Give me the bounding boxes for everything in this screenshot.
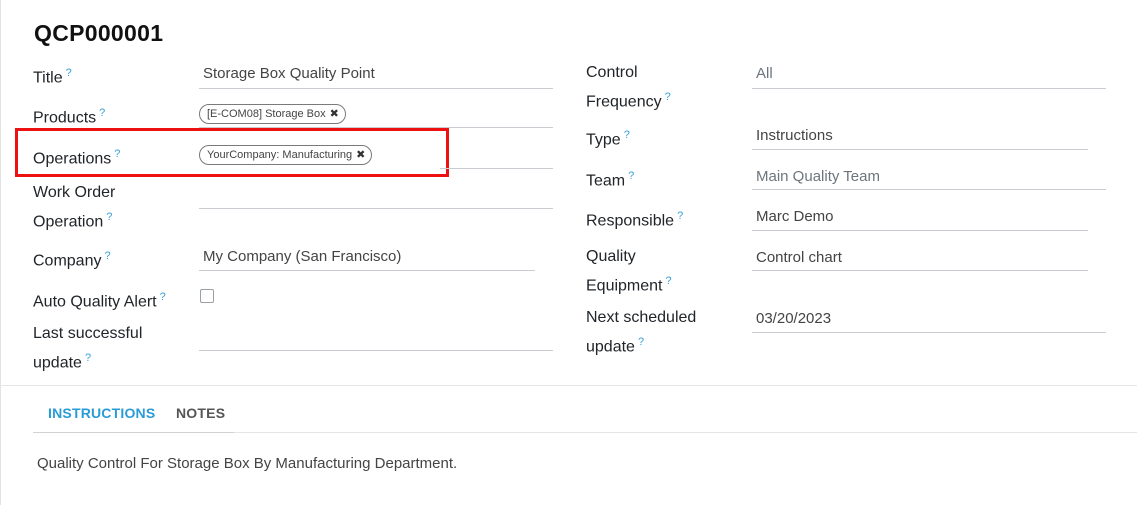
page-title: QCP000001 xyxy=(34,20,164,46)
quality-equipment-underline xyxy=(752,270,1088,271)
next-scheduled-update-underline xyxy=(752,332,1106,333)
quality-equipment-label: Quality Equipment? xyxy=(586,248,672,295)
responsible-field-underline xyxy=(752,230,1088,231)
help-icon[interactable]: ? xyxy=(624,129,630,141)
company-field-label: Company? xyxy=(33,250,111,270)
help-icon[interactable]: ? xyxy=(666,275,672,287)
product-tag-label: [E-COM08] Storage Box xyxy=(207,108,326,120)
auto-quality-alert-checkbox[interactable] xyxy=(200,289,214,303)
responsible-field-value[interactable]: Marc Demo xyxy=(756,207,834,227)
next-scheduled-update-label: Next scheduled update? xyxy=(586,309,697,356)
instructions-text[interactable]: Quality Control For Storage Box By Manuf… xyxy=(37,455,457,472)
section-divider xyxy=(0,385,1137,386)
last-successful-update-label: Last successful update? xyxy=(33,325,143,372)
help-icon[interactable]: ? xyxy=(160,291,166,303)
help-icon[interactable]: ? xyxy=(85,352,91,364)
tab-instructions[interactable]: INSTRUCTIONS xyxy=(48,405,155,421)
operations-field-underline xyxy=(440,168,553,169)
next-scheduled-update-value[interactable]: 03/20/2023 xyxy=(756,309,831,329)
auto-quality-alert-label: Auto Quality Alert? xyxy=(33,291,166,311)
products-field[interactable]: [E-COM08] Storage Box ✖ xyxy=(199,104,346,124)
type-field-value[interactable]: Instructions xyxy=(756,126,833,146)
work-order-operation-input[interactable] xyxy=(199,208,553,209)
help-icon[interactable]: ? xyxy=(114,148,120,160)
help-icon[interactable]: ? xyxy=(677,210,683,222)
company-field-value[interactable]: My Company (San Francisco) xyxy=(203,247,401,267)
team-field-label: Team? xyxy=(586,170,635,190)
help-icon[interactable]: ? xyxy=(66,67,72,79)
operation-tag[interactable]: YourCompany: Manufacturing ✖ xyxy=(199,145,373,165)
product-tag[interactable]: [E-COM08] Storage Box ✖ xyxy=(199,104,346,124)
tab-content-border xyxy=(234,432,1137,433)
control-frequency-label: Control Frequency? xyxy=(586,64,671,111)
work-order-operation-label: Work Order Operation? xyxy=(33,184,116,231)
remove-tag-icon[interactable]: ✖ xyxy=(356,149,365,161)
tab-notes[interactable]: NOTES xyxy=(176,405,225,421)
control-frequency-value[interactable]: All xyxy=(756,64,773,84)
help-icon[interactable]: ? xyxy=(638,336,644,348)
company-field-underline xyxy=(199,270,535,271)
team-field-underline xyxy=(752,189,1106,190)
operation-tag-label: YourCompany: Manufacturing xyxy=(207,149,353,161)
remove-tag-icon[interactable]: ✖ xyxy=(330,108,339,120)
help-icon[interactable]: ? xyxy=(628,170,634,182)
title-field-label: Title? xyxy=(33,67,72,87)
products-field-label: Products? xyxy=(33,107,106,127)
operations-field-label: Operations? xyxy=(33,148,121,168)
left-border xyxy=(0,0,1,505)
responsible-field-label: Responsible? xyxy=(586,210,684,230)
help-icon[interactable]: ? xyxy=(99,107,105,119)
title-field-underline xyxy=(199,88,553,89)
title-field-value[interactable]: Storage Box Quality Point xyxy=(203,64,375,84)
team-field-value[interactable]: Main Quality Team xyxy=(756,167,880,187)
help-icon[interactable]: ? xyxy=(106,211,112,223)
quality-equipment-value[interactable]: Control chart xyxy=(756,248,842,268)
type-field-label: Type? xyxy=(586,129,630,149)
help-icon[interactable]: ? xyxy=(104,250,110,262)
help-icon[interactable]: ? xyxy=(665,91,671,103)
control-frequency-underline xyxy=(752,88,1106,89)
type-field-underline xyxy=(752,149,1088,150)
tab-strip-underline xyxy=(33,432,234,433)
last-successful-update-input[interactable] xyxy=(199,350,553,351)
operations-field[interactable]: YourCompany: Manufacturing ✖ xyxy=(199,145,373,165)
